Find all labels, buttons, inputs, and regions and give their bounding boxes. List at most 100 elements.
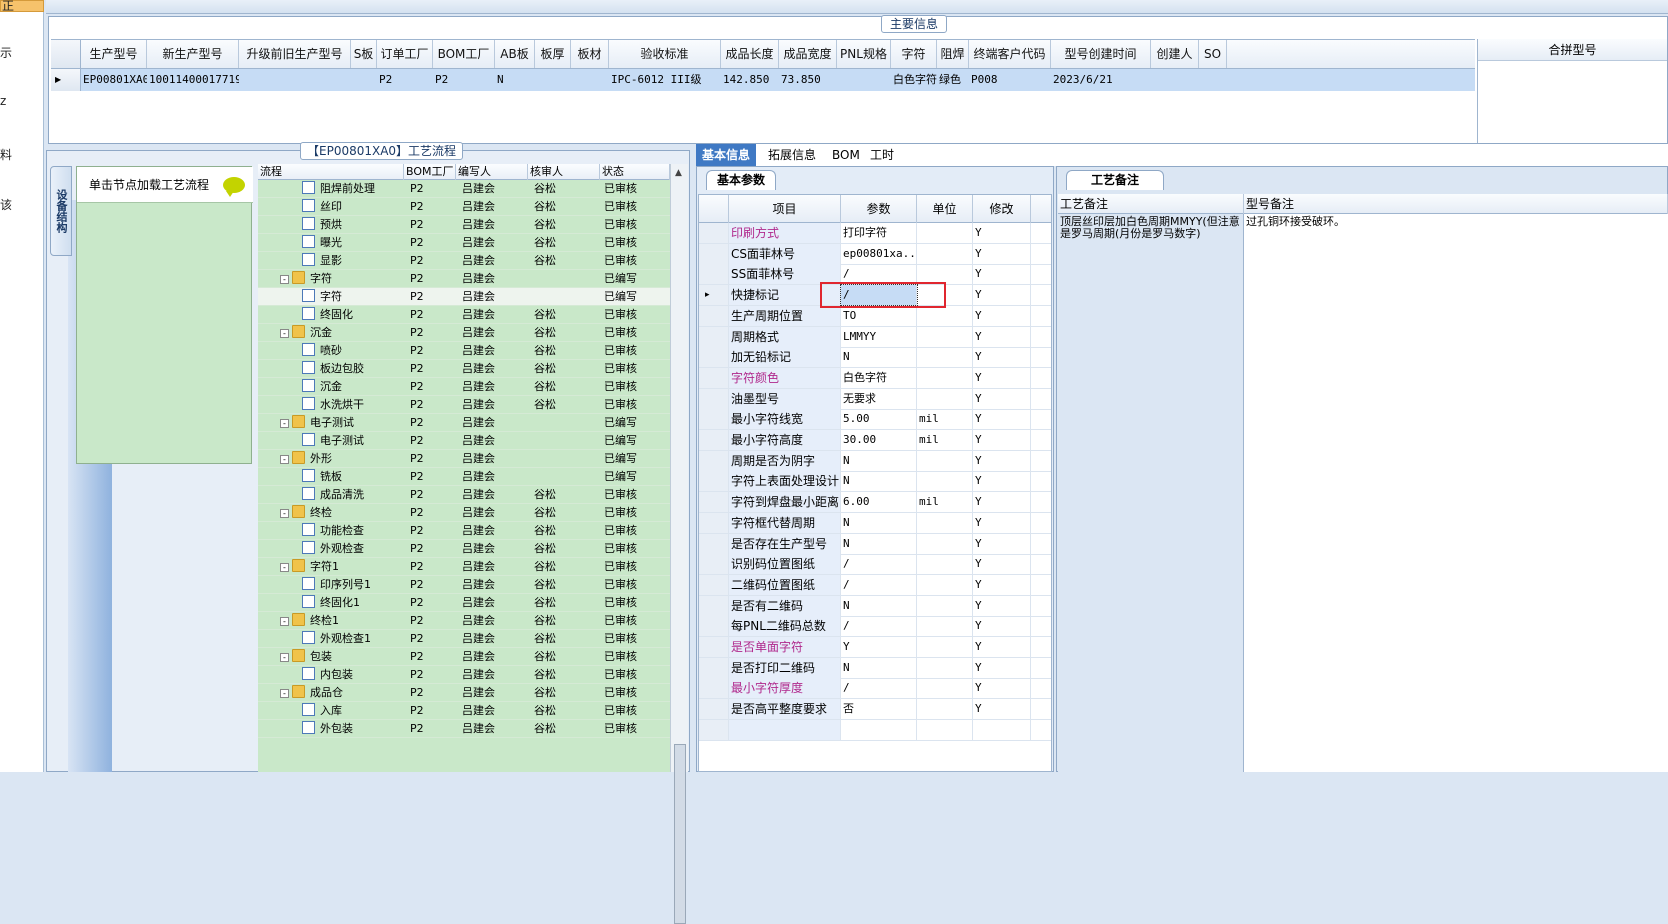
flow-row[interactable]: 丝印 P2 吕建会 谷松 已审核 bbox=[258, 198, 670, 216]
flow-node[interactable]: - 电子测试 bbox=[280, 414, 354, 432]
flow-row[interactable]: - 成品仓 P2 吕建会 谷松 已审核 bbox=[258, 684, 670, 702]
flow-node[interactable]: 预烘 bbox=[302, 216, 342, 234]
params-unit[interactable]: mil bbox=[917, 492, 973, 513]
main-cell[interactable]: 142.850 bbox=[721, 69, 779, 91]
params-row[interactable] bbox=[699, 719, 1051, 741]
main-cell[interactable] bbox=[837, 69, 891, 91]
main-col-header[interactable]: S板 bbox=[351, 40, 377, 68]
flow-row[interactable]: 字符 P2 吕建会 已编写 bbox=[258, 288, 670, 306]
flow-node[interactable]: - 终检 bbox=[280, 504, 332, 522]
device-structure-tab[interactable]: 设备结构 bbox=[50, 166, 72, 256]
collapse-toggle-icon[interactable]: - bbox=[280, 509, 289, 518]
params-mod[interactable]: Y bbox=[973, 285, 1031, 306]
left-nav-item[interactable]: z bbox=[0, 94, 6, 108]
flow-node[interactable]: 水洗烘干 bbox=[302, 396, 364, 414]
params-mod[interactable]: Y bbox=[973, 595, 1031, 616]
params-unit[interactable] bbox=[917, 574, 973, 595]
flow-node[interactable]: 外包装 bbox=[302, 720, 353, 738]
flow-node[interactable]: - 字符 bbox=[280, 270, 332, 288]
params-unit[interactable] bbox=[917, 719, 973, 740]
params-value[interactable]: ep00801xa... bbox=[841, 243, 917, 264]
flow-row[interactable]: 外观检查1 P2 吕建会 谷松 已审核 bbox=[258, 630, 670, 648]
params-unit[interactable]: mil bbox=[917, 430, 973, 450]
params-value[interactable]: N bbox=[841, 471, 917, 492]
main-col-header[interactable]: PNL规格 bbox=[837, 40, 891, 68]
flow-node[interactable]: 阻焊前处理 bbox=[302, 180, 375, 198]
main-col-header[interactable]: SO bbox=[1199, 40, 1227, 68]
params-mod[interactable]: Y bbox=[973, 223, 1031, 243]
params-value[interactable]: N bbox=[841, 450, 917, 471]
params-mod[interactable]: Y bbox=[973, 243, 1031, 264]
params-col-header[interactable]: 修改 bbox=[973, 195, 1031, 223]
collapse-toggle-icon[interactable]: - bbox=[280, 329, 289, 338]
params-unit[interactable] bbox=[917, 305, 973, 326]
params-value[interactable]: / bbox=[841, 678, 917, 699]
params-unit[interactable] bbox=[917, 450, 973, 471]
flow-col-header[interactable]: 编写人 bbox=[456, 164, 528, 180]
params-value[interactable]: 打印字符 bbox=[841, 223, 917, 243]
main-col-header[interactable]: BOM工厂 bbox=[433, 40, 495, 68]
flow-row[interactable]: 曝光 P2 吕建会 谷松 已审核 bbox=[258, 234, 670, 252]
flow-row[interactable]: 显影 P2 吕建会 谷松 已审核 bbox=[258, 252, 670, 270]
params-mod[interactable]: Y bbox=[973, 326, 1031, 347]
params-row[interactable]: 周期是否为阴字 N Y bbox=[699, 450, 1051, 472]
flow-node[interactable]: - 字符1 bbox=[280, 558, 339, 576]
flow-row[interactable]: - 包装 P2 吕建会 谷松 已审核 bbox=[258, 648, 670, 666]
flow-node[interactable]: 外观检查 bbox=[302, 540, 364, 558]
main-col-header[interactable]: 阻焊 bbox=[937, 40, 969, 68]
params-row[interactable]: 二维码位置图纸 / Y bbox=[699, 574, 1051, 596]
params-value[interactable]: N bbox=[841, 595, 917, 616]
params-mod[interactable]: Y bbox=[973, 409, 1031, 430]
params-row[interactable]: 最小字符厚度 / Y bbox=[699, 678, 1051, 700]
params-value[interactable]: 6.00 bbox=[841, 492, 917, 513]
collapse-toggle-icon[interactable]: - bbox=[280, 419, 289, 428]
flow-node[interactable]: 喷砂 bbox=[302, 342, 342, 360]
params-value[interactable]: N bbox=[841, 533, 917, 554]
flow-row[interactable]: 水洗烘干 P2 吕建会 谷松 已审核 bbox=[258, 396, 670, 414]
main-col-header[interactable]: AB板 bbox=[495, 40, 535, 68]
params-value[interactable]: TO bbox=[841, 305, 917, 326]
main-cell[interactable]: 73.850 bbox=[779, 69, 837, 91]
main-cell[interactable] bbox=[1151, 69, 1199, 91]
flow-node[interactable]: 电子测试 bbox=[302, 432, 364, 450]
flow-node[interactable]: 显影 bbox=[302, 252, 342, 270]
params-unit[interactable] bbox=[917, 388, 973, 409]
main-cell[interactable] bbox=[351, 69, 377, 91]
flow-node[interactable]: - 终检1 bbox=[280, 612, 339, 630]
left-nav-item[interactable]: 料 bbox=[0, 146, 12, 163]
collapse-toggle-icon[interactable]: - bbox=[280, 563, 289, 572]
main-col-header[interactable]: 板材 bbox=[571, 40, 609, 68]
params-mod[interactable]: Y bbox=[973, 533, 1031, 554]
flow-row[interactable]: - 终检 P2 吕建会 谷松 已审核 bbox=[258, 504, 670, 522]
flow-row[interactable]: 预烘 P2 吕建会 谷松 已审核 bbox=[258, 216, 670, 234]
left-nav-item[interactable]: 示 bbox=[0, 44, 12, 61]
params-mod[interactable]: Y bbox=[973, 512, 1031, 533]
flow-col-header[interactable]: 核审人 bbox=[528, 164, 600, 180]
params-value[interactable]: / bbox=[841, 554, 917, 575]
params-unit[interactable] bbox=[917, 243, 973, 264]
flow-node[interactable]: 板边包胶 bbox=[302, 360, 364, 378]
params-value[interactable] bbox=[841, 719, 917, 740]
params-value[interactable]: 白色字符 bbox=[841, 367, 917, 388]
flow-col-header[interactable]: 状态 bbox=[600, 164, 670, 180]
main-col-header[interactable]: 终端客户代码 bbox=[969, 40, 1051, 68]
flow-row[interactable]: 终固化1 P2 吕建会 谷松 已审核 bbox=[258, 594, 670, 612]
params-value[interactable]: N bbox=[841, 657, 917, 678]
flow-row[interactable]: 阻焊前处理 P2 吕建会 谷松 已审核 bbox=[258, 180, 670, 198]
flow-row[interactable]: 外观检查 P2 吕建会 谷松 已审核 bbox=[258, 540, 670, 558]
params-mod[interactable]: Y bbox=[973, 699, 1031, 720]
main-cell[interactable]: 10011400017719 bbox=[147, 69, 239, 91]
flow-row[interactable]: 终固化 P2 吕建会 谷松 已审核 bbox=[258, 306, 670, 324]
main-cell[interactable]: IPC-6012 III级 bbox=[609, 69, 721, 91]
params-col-header[interactable]: 项目 bbox=[729, 195, 841, 223]
tab-extended-info[interactable]: 拓展信息 bbox=[762, 144, 822, 166]
params-value[interactable]: N bbox=[841, 512, 917, 533]
params-unit[interactable] bbox=[917, 533, 973, 554]
main-cell[interactable] bbox=[1199, 69, 1227, 91]
flow-row[interactable]: - 外形 P2 吕建会 已编写 bbox=[258, 450, 670, 468]
main-col-header[interactable]: 生产型号 bbox=[81, 40, 147, 68]
main-cell[interactable] bbox=[535, 69, 571, 91]
params-value[interactable]: 5.00 bbox=[841, 409, 917, 430]
params-unit[interactable] bbox=[917, 678, 973, 699]
main-col-header[interactable]: 成品长度 bbox=[721, 40, 779, 68]
